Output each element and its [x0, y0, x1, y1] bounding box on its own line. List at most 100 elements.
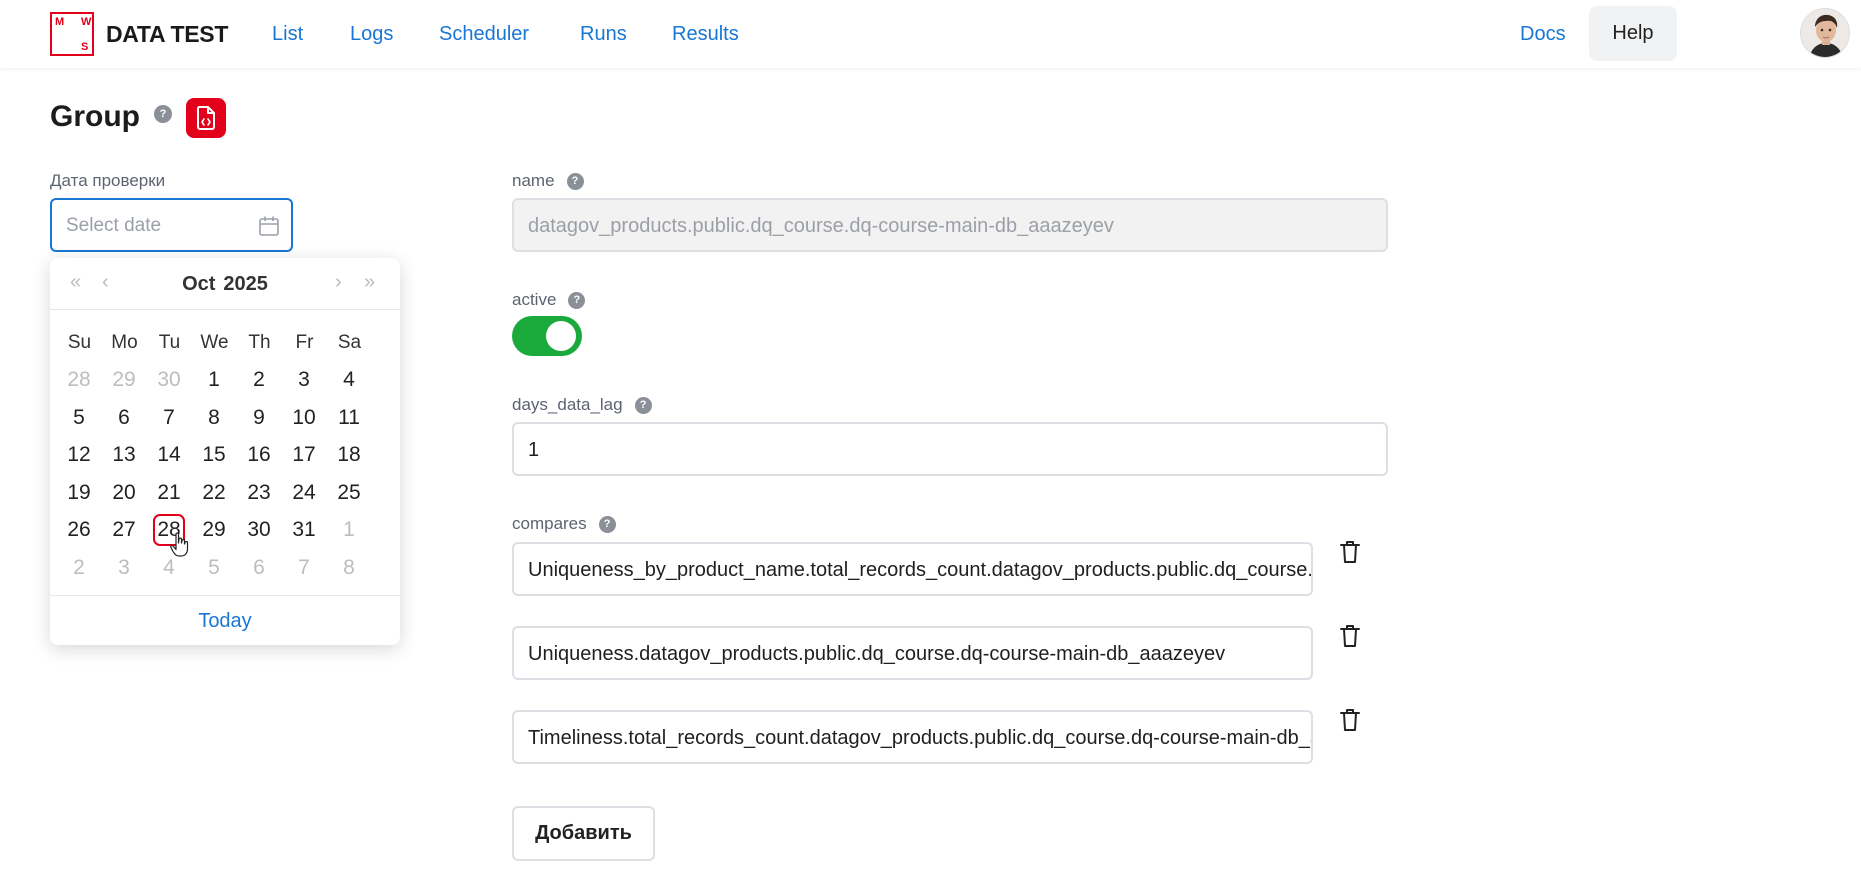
calendar-day[interactable]: 17 — [288, 439, 320, 471]
calendar-day[interactable]: 9 — [243, 402, 275, 434]
nav-logs[interactable]: Logs — [350, 23, 393, 46]
date-filter-label: Дата проверки — [50, 171, 165, 191]
compare-input-3[interactable] — [528, 726, 1311, 750]
calendar-day[interactable]: 14 — [153, 439, 185, 471]
delete-compare-2-icon[interactable] — [1338, 623, 1362, 649]
calendar-day[interactable]: 24 — [288, 477, 320, 509]
active-label-text: active — [512, 290, 557, 309]
calendar-day[interactable]: 29 — [198, 514, 230, 546]
name-input — [528, 214, 1368, 238]
calendar-day[interactable]: 8 — [198, 402, 230, 434]
top-navbar: M W S DATA TEST List Logs Scheduler Runs… — [0, 0, 1861, 68]
calendar-day[interactable]: 22 — [198, 477, 230, 509]
calendar-day[interactable]: 19 — [63, 477, 95, 509]
nav-results[interactable]: Results — [672, 23, 739, 46]
days-data-lag-help-icon[interactable]: ? — [634, 396, 652, 414]
calendar-day[interactable]: 30 — [153, 364, 185, 396]
calendar-day[interactable]: 18 — [333, 439, 365, 471]
calendar-icon[interactable] — [258, 215, 280, 237]
calendar-day[interactable]: 6 — [243, 552, 275, 584]
calendar-day[interactable]: 23 — [243, 477, 275, 509]
compare-input-2[interactable] — [528, 642, 1311, 666]
nav-runs[interactable]: Runs — [580, 23, 627, 46]
active-help-icon[interactable]: ? — [568, 291, 586, 309]
weekday-header: We — [200, 332, 229, 353]
next-month-button[interactable]: › — [335, 272, 342, 292]
weekday-header: Tu — [158, 332, 181, 353]
calendar-month[interactable]: Oct — [182, 273, 215, 295]
calendar-day[interactable]: 21 — [153, 477, 185, 509]
add-compare-button[interactable]: Добавить — [512, 806, 655, 861]
calendar-year[interactable]: 2025 — [223, 273, 268, 295]
export-file-button[interactable] — [186, 98, 226, 138]
user-avatar[interactable] — [1800, 8, 1850, 58]
page-title: Group — [50, 100, 140, 133]
date-picker-field[interactable] — [50, 198, 293, 252]
date-input[interactable] — [66, 214, 246, 238]
name-help-icon[interactable]: ? — [566, 172, 584, 190]
next-year-button[interactable]: » — [364, 272, 375, 292]
logo[interactable]: M W S — [50, 12, 94, 56]
compares-help-icon[interactable]: ? — [598, 515, 616, 533]
avatar-icon — [1801, 9, 1849, 57]
weekday-header: Mo — [111, 332, 138, 353]
hand-cursor-icon — [170, 532, 189, 557]
compare-field-1[interactable] — [512, 542, 1313, 596]
delete-compare-1-icon[interactable] — [1338, 539, 1362, 565]
logo-letter-w: W — [81, 16, 92, 28]
calendar-day[interactable]: 3 — [288, 364, 320, 396]
brand-name[interactable]: DATA TEST — [106, 21, 228, 48]
calendar-popup: « ‹ Oct 2025 › » Su Mo Tu We Th Fr Sa 28 29 30 1 2 3 4… — [50, 258, 400, 645]
active-toggle[interactable] — [512, 316, 582, 356]
logo-letter-m: M — [55, 16, 65, 28]
days-data-lag-field[interactable] — [512, 422, 1388, 476]
calendar-day[interactable]: 12 — [63, 439, 95, 471]
days-data-lag-input[interactable] — [528, 438, 1368, 462]
logo-letter-s: S — [81, 41, 89, 53]
calendar-day[interactable]: 11 — [333, 402, 365, 434]
calendar-day[interactable]: 26 — [63, 514, 95, 546]
help-button[interactable]: Help — [1589, 6, 1677, 61]
calendar-day[interactable]: 1 — [198, 364, 230, 396]
calendar-day[interactable]: 25 — [333, 477, 365, 509]
compare-input-1[interactable] — [528, 558, 1311, 582]
calendar-day[interactable]: 10 — [288, 402, 320, 434]
calendar-day[interactable]: 6 — [108, 402, 140, 434]
calendar-title: Oct 2025 — [50, 273, 400, 296]
nav-list[interactable]: List — [272, 23, 303, 46]
calendar-day[interactable]: 2 — [243, 364, 275, 396]
calendar-day[interactable]: 27 — [108, 514, 140, 546]
weekday-header: Fr — [295, 332, 314, 353]
today-button[interactable]: Today — [50, 595, 400, 645]
compare-field-2[interactable] — [512, 626, 1313, 680]
compares-label-text: compares — [512, 514, 587, 533]
calendar-day[interactable]: 7 — [153, 402, 185, 434]
name-label: name ? — [512, 171, 584, 191]
title-help-icon[interactable]: ? — [154, 105, 172, 123]
calendar-day[interactable]: 28 — [63, 364, 95, 396]
calendar-day[interactable]: 2 — [63, 552, 95, 584]
calendar-day[interactable]: 13 — [108, 439, 140, 471]
calendar-header: « ‹ Oct 2025 › » — [50, 258, 400, 310]
calendar-day[interactable]: 31 — [288, 514, 320, 546]
compare-field-3[interactable] — [512, 710, 1313, 764]
toggle-knob — [546, 321, 576, 351]
calendar-day[interactable]: 15 — [198, 439, 230, 471]
active-label: active ? — [512, 290, 586, 310]
calendar-day[interactable]: 30 — [243, 514, 275, 546]
name-label-text: name — [512, 171, 555, 190]
calendar-day[interactable]: 7 — [288, 552, 320, 584]
nav-scheduler[interactable]: Scheduler — [439, 23, 529, 46]
calendar-day[interactable]: 29 — [108, 364, 140, 396]
calendar-day[interactable]: 8 — [333, 552, 365, 584]
calendar-day[interactable]: 5 — [63, 402, 95, 434]
calendar-day[interactable]: 3 — [108, 552, 140, 584]
calendar-day[interactable]: 1 — [333, 514, 365, 546]
nav-docs[interactable]: Docs — [1520, 23, 1566, 46]
weekday-header: Su — [67, 332, 92, 353]
calendar-day[interactable]: 20 — [108, 477, 140, 509]
delete-compare-3-icon[interactable] — [1338, 707, 1362, 733]
calendar-day[interactable]: 5 — [198, 552, 230, 584]
calendar-day[interactable]: 16 — [243, 439, 275, 471]
calendar-day[interactable]: 4 — [333, 364, 365, 396]
